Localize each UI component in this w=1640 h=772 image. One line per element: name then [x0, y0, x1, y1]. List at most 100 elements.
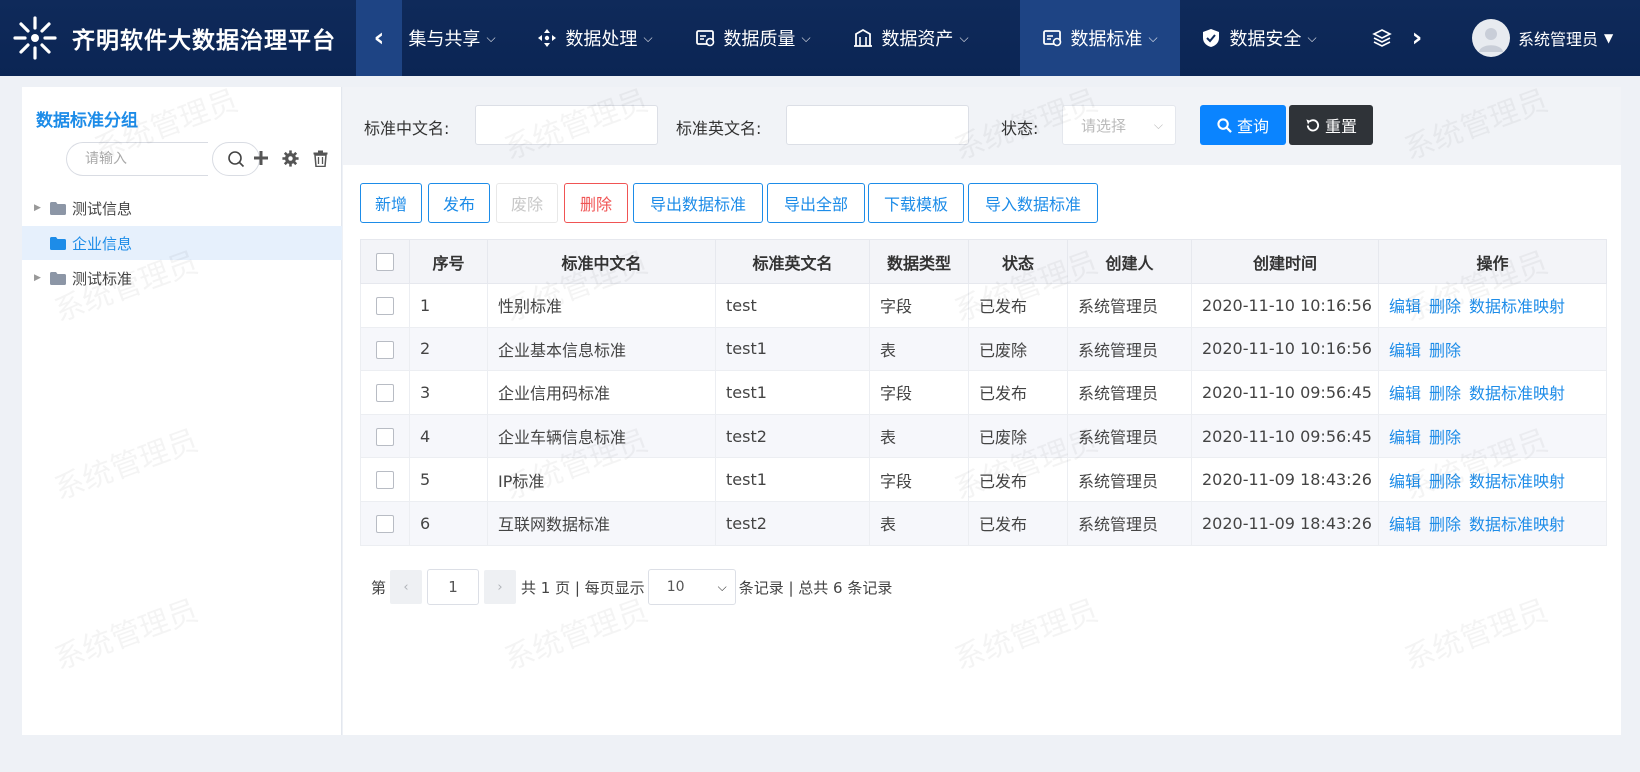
nav-prev-button[interactable]: ‹ — [356, 0, 402, 76]
edit-link[interactable]: 编辑 — [1389, 297, 1421, 316]
user-menu[interactable]: 系统管理员 ▼ — [1464, 0, 1640, 76]
edit-link[interactable]: 编辑 — [1389, 472, 1421, 491]
publish-button[interactable]: 发布 — [428, 183, 490, 223]
main-nav: 集与共享 ⌵ 数据处理 ⌵ 数据质量 ⌵ 数据资产 ⌵ 数据标准 ⌵ 数据安全 … — [402, 0, 1394, 76]
chevron-down-icon: ⌵ — [643, 30, 653, 45]
cell-creator: 系统管理员 — [1067, 457, 1192, 502]
cell-time: 2020-11-10 09:56:45 — [1191, 414, 1379, 459]
row-checkbox[interactable] — [376, 384, 394, 403]
caret-right-icon: ▶ — [34, 273, 41, 283]
delete-group-button[interactable] — [309, 147, 331, 169]
row-checkbox[interactable] — [376, 427, 394, 446]
export-all-button[interactable]: 导出全部 — [767, 183, 865, 223]
avatar — [1472, 19, 1510, 57]
delete-link[interactable]: 删除 — [1429, 515, 1461, 534]
tree-item-enterprise-info[interactable]: 企业信息 — [22, 226, 342, 260]
nav-item-label: 数据标准 — [1070, 29, 1143, 50]
query-button[interactable]: 查询 — [1200, 105, 1286, 145]
nav-item-processing[interactable]: 数据处理 ⌵ — [516, 0, 674, 76]
group-search-input[interactable] — [66, 142, 208, 176]
nav-item-assets[interactable]: 数据资产 ⌵ — [832, 0, 990, 76]
standards-table: 序号 标准中文名 标准英文名 数据类型 状态 创建人 创建时间 操作 1 性别标… — [360, 239, 1607, 546]
mapping-link[interactable]: 数据标准映射 — [1469, 384, 1565, 403]
delete-link[interactable]: 删除 — [1429, 297, 1461, 316]
edit-link[interactable]: 编辑 — [1389, 341, 1421, 360]
nav-item-standard[interactable]: 数据标准 ⌵ — [1020, 0, 1180, 76]
reset-label: 重置 — [1324, 117, 1357, 136]
nav-item-security[interactable]: 数据安全 ⌵ — [1180, 0, 1338, 76]
cell-type: 字段 — [869, 457, 969, 502]
edit-link[interactable]: 编辑 — [1389, 428, 1421, 447]
chevron-down-icon: ⌵ — [801, 30, 811, 45]
layers-icon — [1372, 29, 1392, 47]
add-group-button[interactable] — [250, 147, 272, 169]
status-select[interactable]: 请选择 ⌵ — [1062, 105, 1176, 145]
tree-item-test-info[interactable]: ▶ 测试信息 — [22, 191, 342, 225]
nav-item-label: 数据质量 — [723, 29, 796, 50]
cell-no: 6 — [409, 501, 488, 546]
cell-status: 已废除 — [968, 327, 1068, 372]
nav-next-button[interactable]: › — [1394, 0, 1440, 76]
chevron-down-icon: ⌵ — [1153, 117, 1163, 132]
cell-time: 2020-11-10 10:16:56 — [1191, 283, 1379, 328]
table-row: 3 企业信用码标准 test1 字段 已发布 系统管理员 2020-11-10 … — [360, 370, 1607, 415]
cell-en-name: test1 — [715, 327, 870, 372]
select-all-checkbox[interactable] — [376, 253, 394, 272]
nav-item-share[interactable]: 集与共享 ⌵ — [402, 0, 516, 76]
nav-item-label: 数据安全 — [1229, 29, 1302, 50]
en-name-input[interactable] — [786, 105, 969, 145]
chevron-right-icon: › — [497, 579, 503, 595]
group-settings-button[interactable] — [279, 147, 301, 169]
mapping-link[interactable]: 数据标准映射 — [1469, 472, 1565, 491]
nav-item-label: 数据处理 — [565, 29, 638, 50]
nav-item-quality[interactable]: 数据质量 ⌵ — [674, 0, 832, 76]
row-select-cell — [360, 327, 410, 372]
delete-link[interactable]: 删除 — [1429, 384, 1461, 403]
cell-cn-name: 企业基本信息标准 — [487, 327, 716, 372]
status-label: 状态: — [1001, 119, 1039, 138]
delete-link[interactable]: 删除 — [1429, 428, 1461, 447]
row-checkbox[interactable] — [376, 471, 394, 490]
cell-ops: 编辑 删除 数据标准映射 — [1378, 457, 1607, 502]
folder-icon — [50, 201, 66, 215]
edit-link[interactable]: 编辑 — [1389, 515, 1421, 534]
page-size-value: 10 — [666, 579, 685, 595]
next-page-button[interactable]: › — [484, 570, 517, 604]
cn-name-input[interactable] — [475, 105, 658, 145]
cell-no: 5 — [409, 457, 488, 502]
page-size-select[interactable]: 10 ⌵ — [647, 569, 736, 605]
cell-en-name: test — [715, 283, 870, 328]
import-standard-button[interactable]: 导入数据标准 — [968, 183, 1098, 223]
page-number-input[interactable] — [427, 569, 480, 605]
trash-icon — [313, 150, 327, 167]
mapping-link[interactable]: 数据标准映射 — [1469, 297, 1565, 316]
cell-creator: 系统管理员 — [1067, 501, 1192, 546]
row-checkbox[interactable] — [376, 297, 394, 316]
row-checkbox[interactable] — [376, 340, 394, 359]
tree-item-test-standard[interactable]: ▶ 测试标准 — [22, 261, 342, 295]
filter-bar: 标准中文名: 标准英文名: 状态: 请选择 ⌵ 查询 重置 — [343, 87, 1621, 165]
prev-page-button[interactable]: ‹ — [390, 570, 423, 604]
row-checkbox[interactable] — [376, 515, 394, 534]
reset-button[interactable]: 重置 — [1289, 105, 1373, 145]
edit-link[interactable]: 编辑 — [1389, 384, 1421, 403]
cell-ops: 编辑 删除 数据标准映射 — [1378, 283, 1607, 328]
process-icon — [538, 29, 557, 47]
delete-link[interactable]: 删除 — [1429, 341, 1461, 360]
download-template-button[interactable]: 下载模板 — [868, 183, 964, 223]
chevron-down-icon: ⌵ — [717, 579, 727, 594]
delete-button[interactable]: 删除 — [564, 183, 628, 223]
top-nav-bar: 齐明软件大数据治理平台 ‹ 集与共享 ⌵ 数据处理 ⌵ 数据质量 ⌵ 数据资产 … — [0, 0, 1640, 76]
cell-en-name: test1 — [715, 457, 870, 502]
search-icon — [228, 151, 245, 168]
mapping-link[interactable]: 数据标准映射 — [1469, 515, 1565, 534]
abolish-button[interactable]: 废除 — [496, 183, 558, 223]
pager-total-pages: 共 1 页 | 每页显示 — [521, 578, 645, 597]
add-button[interactable]: 新增 — [360, 183, 422, 223]
cell-time: 2020-11-10 09:56:45 — [1191, 370, 1379, 415]
cell-time: 2020-11-10 10:16:56 — [1191, 327, 1379, 372]
cell-creator: 系统管理员 — [1067, 370, 1192, 415]
delete-link[interactable]: 删除 — [1429, 472, 1461, 491]
export-standard-button[interactable]: 导出数据标准 — [633, 183, 763, 223]
nav-item-partial[interactable] — [1372, 0, 1394, 76]
